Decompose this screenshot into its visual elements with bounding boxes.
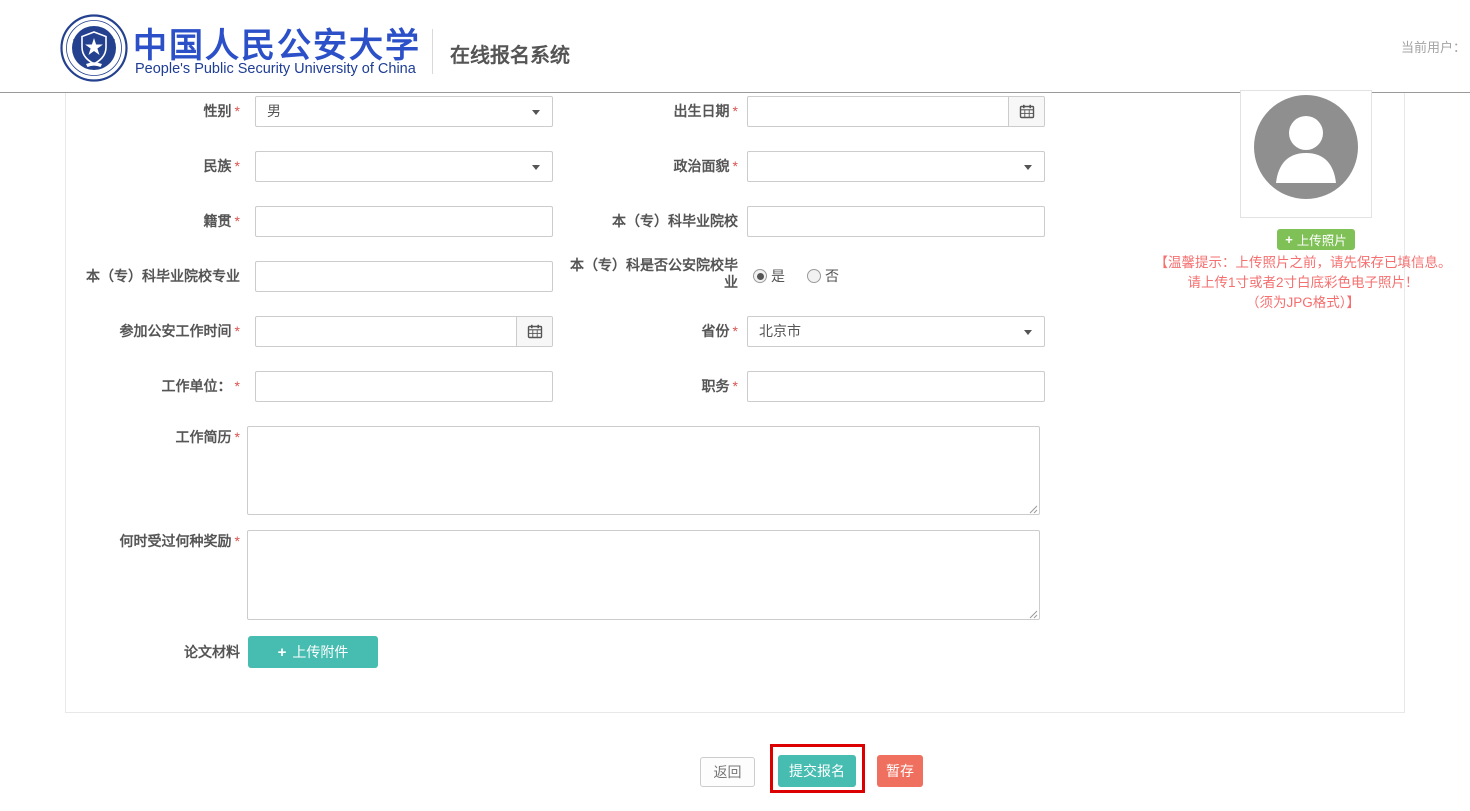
gender-label: 性别* — [60, 96, 240, 127]
required-marker: * — [235, 323, 240, 339]
political-status-label: 政治面貌* — [560, 151, 738, 182]
page: 中国人民公安大学 People's Public Security Univer… — [0, 0, 1470, 811]
awards-label: 何时受过何种奖励* — [60, 532, 240, 550]
required-marker: * — [235, 378, 240, 394]
radio-option-no[interactable]: 否 — [807, 266, 839, 286]
required-marker: * — [235, 429, 240, 445]
plus-icon: + — [1285, 233, 1293, 246]
position-input[interactable] — [747, 371, 1045, 402]
police-college-grad-label: 本（专）科是否公安院校毕业 — [562, 256, 738, 291]
system-title: 在线报名系统 — [450, 39, 570, 68]
birth-date-input[interactable] — [748, 97, 1008, 126]
required-marker: * — [235, 533, 240, 549]
thesis-material-label: 论文材料 — [60, 636, 240, 668]
radio-selected-icon — [753, 269, 767, 283]
caret-down-icon — [1024, 330, 1032, 335]
political-status-select[interactable] — [747, 151, 1045, 182]
native-place-input[interactable] — [255, 206, 553, 237]
radio-option-yes[interactable]: 是 — [753, 266, 785, 286]
required-marker: * — [733, 378, 738, 394]
tips-line-1: 【温馨提示：上传照片之前，请先保存已填信息。 — [1140, 253, 1466, 273]
required-marker: * — [235, 213, 240, 229]
upload-photo-button[interactable]: + 上传照片 — [1277, 229, 1355, 250]
work-unit-input[interactable] — [255, 371, 553, 402]
position-label: 职务* — [560, 371, 738, 402]
ethnicity-label: 民族* — [60, 151, 240, 182]
required-marker: * — [235, 158, 240, 174]
submit-registration-button[interactable]: 提交报名 — [778, 755, 856, 787]
birth-date-group — [747, 96, 1045, 127]
required-marker: * — [733, 158, 738, 174]
university-name-en: People's Public Security University of C… — [135, 61, 416, 77]
college-major-label: 本（专）科毕业院校专业 — [60, 261, 240, 292]
required-marker: * — [235, 103, 240, 119]
ethnicity-select[interactable] — [255, 151, 553, 182]
work-start-time-calendar-button[interactable] — [516, 317, 552, 346]
required-marker: * — [733, 323, 738, 339]
header-divider — [432, 29, 433, 74]
province-label: 省份* — [560, 316, 738, 347]
caret-down-icon — [532, 110, 540, 115]
caret-down-icon — [1024, 165, 1032, 170]
caret-down-icon — [532, 165, 540, 170]
calendar-icon — [527, 324, 543, 339]
gender-select-value: 男 — [267, 103, 281, 119]
college-input[interactable] — [747, 206, 1045, 237]
tips-line-3: （须为JPG格式）】 — [1140, 293, 1466, 313]
gender-select[interactable]: 男 — [255, 96, 553, 127]
university-name-cn: 中国人民公安大学 — [133, 18, 421, 67]
work-start-time-label: 参加公安工作时间* — [60, 316, 240, 347]
work-start-time-input[interactable] — [256, 317, 516, 346]
work-resume-label: 工作简历* — [60, 428, 240, 446]
birth-date-calendar-button[interactable] — [1008, 97, 1044, 126]
radio-unselected-icon — [807, 269, 821, 283]
work-resume-textarea[interactable] — [247, 426, 1040, 515]
calendar-icon — [1019, 104, 1035, 119]
photo-upload-tips: 【温馨提示：上传照片之前，请先保存已填信息。 请上传1寸或者2寸白底彩色电子照片… — [1140, 253, 1466, 313]
form-panel — [65, 93, 1405, 713]
work-start-time-group — [255, 316, 553, 347]
current-user-label: 当前用户： — [1401, 37, 1466, 56]
tips-line-2: 请上传1寸或者2寸白底彩色电子照片！ — [1140, 273, 1466, 293]
avatar-placeholder-icon — [1254, 95, 1358, 199]
police-college-grad-radio-group: 是 否 — [753, 266, 839, 286]
work-unit-label: 工作单位：* — [60, 371, 240, 402]
header: 中国人民公安大学 People's Public Security Univer… — [0, 0, 1470, 93]
upload-attachment-button[interactable]: + 上传附件 — [248, 636, 378, 668]
temp-save-button[interactable]: 暂存 — [877, 755, 923, 787]
college-label: 本（专）科毕业院校 — [560, 206, 738, 237]
college-major-input[interactable] — [255, 261, 553, 292]
birth-date-label: 出生日期* — [560, 96, 738, 127]
awards-textarea[interactable] — [247, 530, 1040, 620]
native-place-label: 籍贯* — [60, 206, 240, 237]
plus-icon: + — [278, 645, 287, 660]
province-select[interactable]: 北京市 — [747, 316, 1045, 347]
university-seal-icon — [60, 14, 128, 82]
back-button[interactable]: 返回 — [700, 757, 755, 787]
required-marker: * — [733, 103, 738, 119]
province-select-value: 北京市 — [759, 323, 801, 339]
